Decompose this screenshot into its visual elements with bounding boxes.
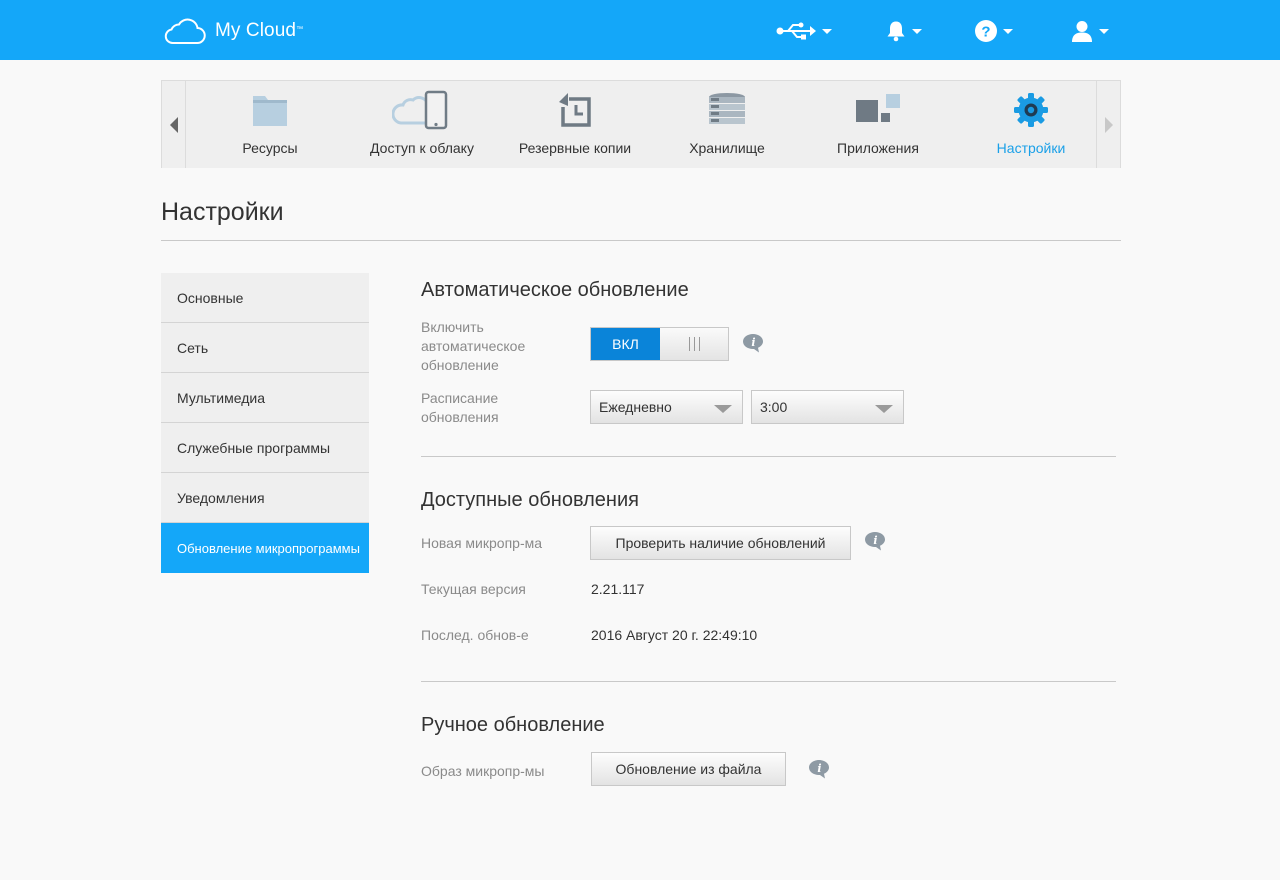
last-update-label: Послед. обнов-е: [421, 627, 529, 643]
nav-item-shares[interactable]: Ресурсы: [195, 81, 345, 168]
toggle-on-label: ВКЛ: [591, 328, 660, 360]
gear-icon: [1014, 93, 1048, 127]
svg-text:i: i: [817, 762, 821, 775]
auto-update-enable-label: Включить автоматическое обновление: [421, 319, 526, 373]
nav-icon-wrap: [347, 90, 497, 130]
grip-line: [688, 337, 690, 351]
svg-text:?: ?: [981, 24, 990, 41]
nav-item-storage[interactable]: Хранилище: [652, 81, 802, 168]
current-version-label: Текущая версия: [421, 581, 526, 597]
usb-menu[interactable]: [776, 18, 832, 44]
divider: [161, 240, 1121, 241]
nav-icon-wrap: [956, 90, 1106, 130]
folder-icon: [253, 96, 287, 126]
notifications-menu[interactable]: [886, 18, 922, 44]
logo-text: My Cloud: [215, 20, 297, 41]
arrow-right-icon: [1104, 116, 1113, 133]
svg-text:i: i: [751, 336, 755, 349]
user-icon: [1072, 21, 1092, 42]
arrow-left-icon: [169, 116, 178, 133]
apps-icon: [856, 94, 900, 122]
section-title-auto-update: Автоматическое обновление: [421, 279, 689, 301]
schedule-time-value: 3:00: [760, 399, 788, 415]
current-version-value: 2.21.117: [591, 581, 645, 597]
nav-scroll-left-button[interactable]: [162, 81, 186, 168]
sidebar-item-firmware-update[interactable]: Обновление микропрограммы: [161, 523, 369, 573]
check-updates-button[interactable]: Проверить наличие обновлений: [590, 526, 851, 560]
section-title-manual-update: Ручное обновление: [421, 714, 605, 736]
nav-scroll-right-button[interactable]: [1096, 81, 1120, 168]
nav-item-apps[interactable]: Приложения: [803, 81, 953, 168]
last-update-value: 2016 Август 20 г. 22:49:10: [591, 627, 758, 643]
logo[interactable]: My Cloud ™: [162, 16, 303, 46]
nav-label: Доступ к облаку: [370, 140, 474, 156]
top-bar: My Cloud ™ ?: [0, 0, 1280, 60]
main-nav: Ресурсы Доступ к облаку Резервные копии: [161, 80, 1121, 168]
svg-text:i: i: [873, 534, 877, 547]
nav-icon-wrap: [500, 90, 650, 130]
grip-line: [698, 337, 700, 351]
sidebar-item-notifications[interactable]: Уведомления: [161, 473, 369, 523]
nav-label: Хранилище: [689, 140, 765, 156]
page-title: Настройки: [161, 198, 284, 226]
auto-update-toggle[interactable]: ВКЛ: [590, 327, 729, 361]
backup-icon: [559, 93, 591, 127]
info-icon[interactable]: i: [864, 531, 886, 551]
firmware-image-label: Образ микропр-мы: [421, 763, 545, 779]
info-icon[interactable]: i: [742, 333, 764, 353]
schedule-frequency-value: Ежедневно: [599, 399, 672, 415]
toggle-grip: [660, 328, 728, 360]
sidebar-item-general[interactable]: Основные: [161, 273, 369, 323]
section-title-available-updates: Доступные обновления: [421, 489, 639, 511]
new-firmware-label: Новая микропр-ма: [421, 535, 543, 551]
chevron-down-icon: [822, 28, 832, 34]
nav-label: Ресурсы: [242, 140, 298, 156]
nav-icon-wrap: [195, 90, 345, 130]
sidebar-item-network[interactable]: Сеть: [161, 323, 369, 373]
nav-icon-wrap: [652, 90, 802, 130]
chevron-down-icon: [912, 28, 922, 34]
info-icon[interactable]: i: [808, 759, 830, 779]
help-icon: ?: [975, 20, 997, 42]
update-from-file-button[interactable]: Обновление из файла: [591, 752, 786, 786]
schedule-label: Расписание обновления: [421, 390, 499, 425]
nav-label: Резервные копии: [518, 140, 632, 156]
nav-label: Приложения: [837, 140, 919, 156]
help-menu[interactable]: ?: [975, 18, 1013, 44]
logo-trademark: ™: [296, 25, 304, 33]
grip-line: [693, 337, 695, 351]
storage-icon: [709, 93, 745, 124]
schedule-frequency-select[interactable]: Ежедневно: [590, 390, 743, 424]
nav-icon-wrap: [803, 90, 953, 130]
user-menu[interactable]: [1071, 18, 1109, 44]
bell-icon: [887, 21, 905, 42]
schedule-time-select[interactable]: 3:00: [751, 390, 904, 424]
nav-label: Настройки: [996, 140, 1066, 156]
settings-side-menu: Основные Сеть Мультимедиа Служебные прог…: [161, 273, 369, 573]
dropdown-arrow-icon: [875, 405, 893, 413]
divider: [421, 456, 1116, 457]
cloud-logo-icon: [164, 18, 206, 45]
chevron-down-icon: [1003, 28, 1013, 34]
sidebar-item-utilities[interactable]: Служебные программы: [161, 423, 369, 473]
nav-item-cloud-access[interactable]: Доступ к облаку: [347, 81, 497, 168]
chevron-down-icon: [1099, 28, 1109, 34]
nav-item-settings[interactable]: Настройки: [956, 81, 1106, 168]
divider: [421, 681, 1116, 682]
nav-item-backups[interactable]: Резервные копии: [500, 81, 650, 168]
dropdown-arrow-icon: [714, 405, 732, 413]
usb-icon: [776, 22, 816, 40]
cloud-phone-icon: [392, 90, 448, 130]
sidebar-item-media[interactable]: Мультимедиа: [161, 373, 369, 423]
